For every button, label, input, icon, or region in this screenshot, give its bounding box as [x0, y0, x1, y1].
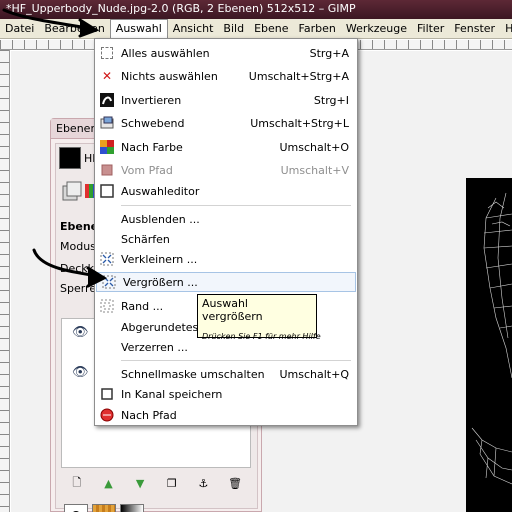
- arrow-to-auswahl-menu: [2, 8, 100, 38]
- arrow-to-grow-item: [32, 248, 108, 288]
- annotation-arrows: [2, 8, 108, 288]
